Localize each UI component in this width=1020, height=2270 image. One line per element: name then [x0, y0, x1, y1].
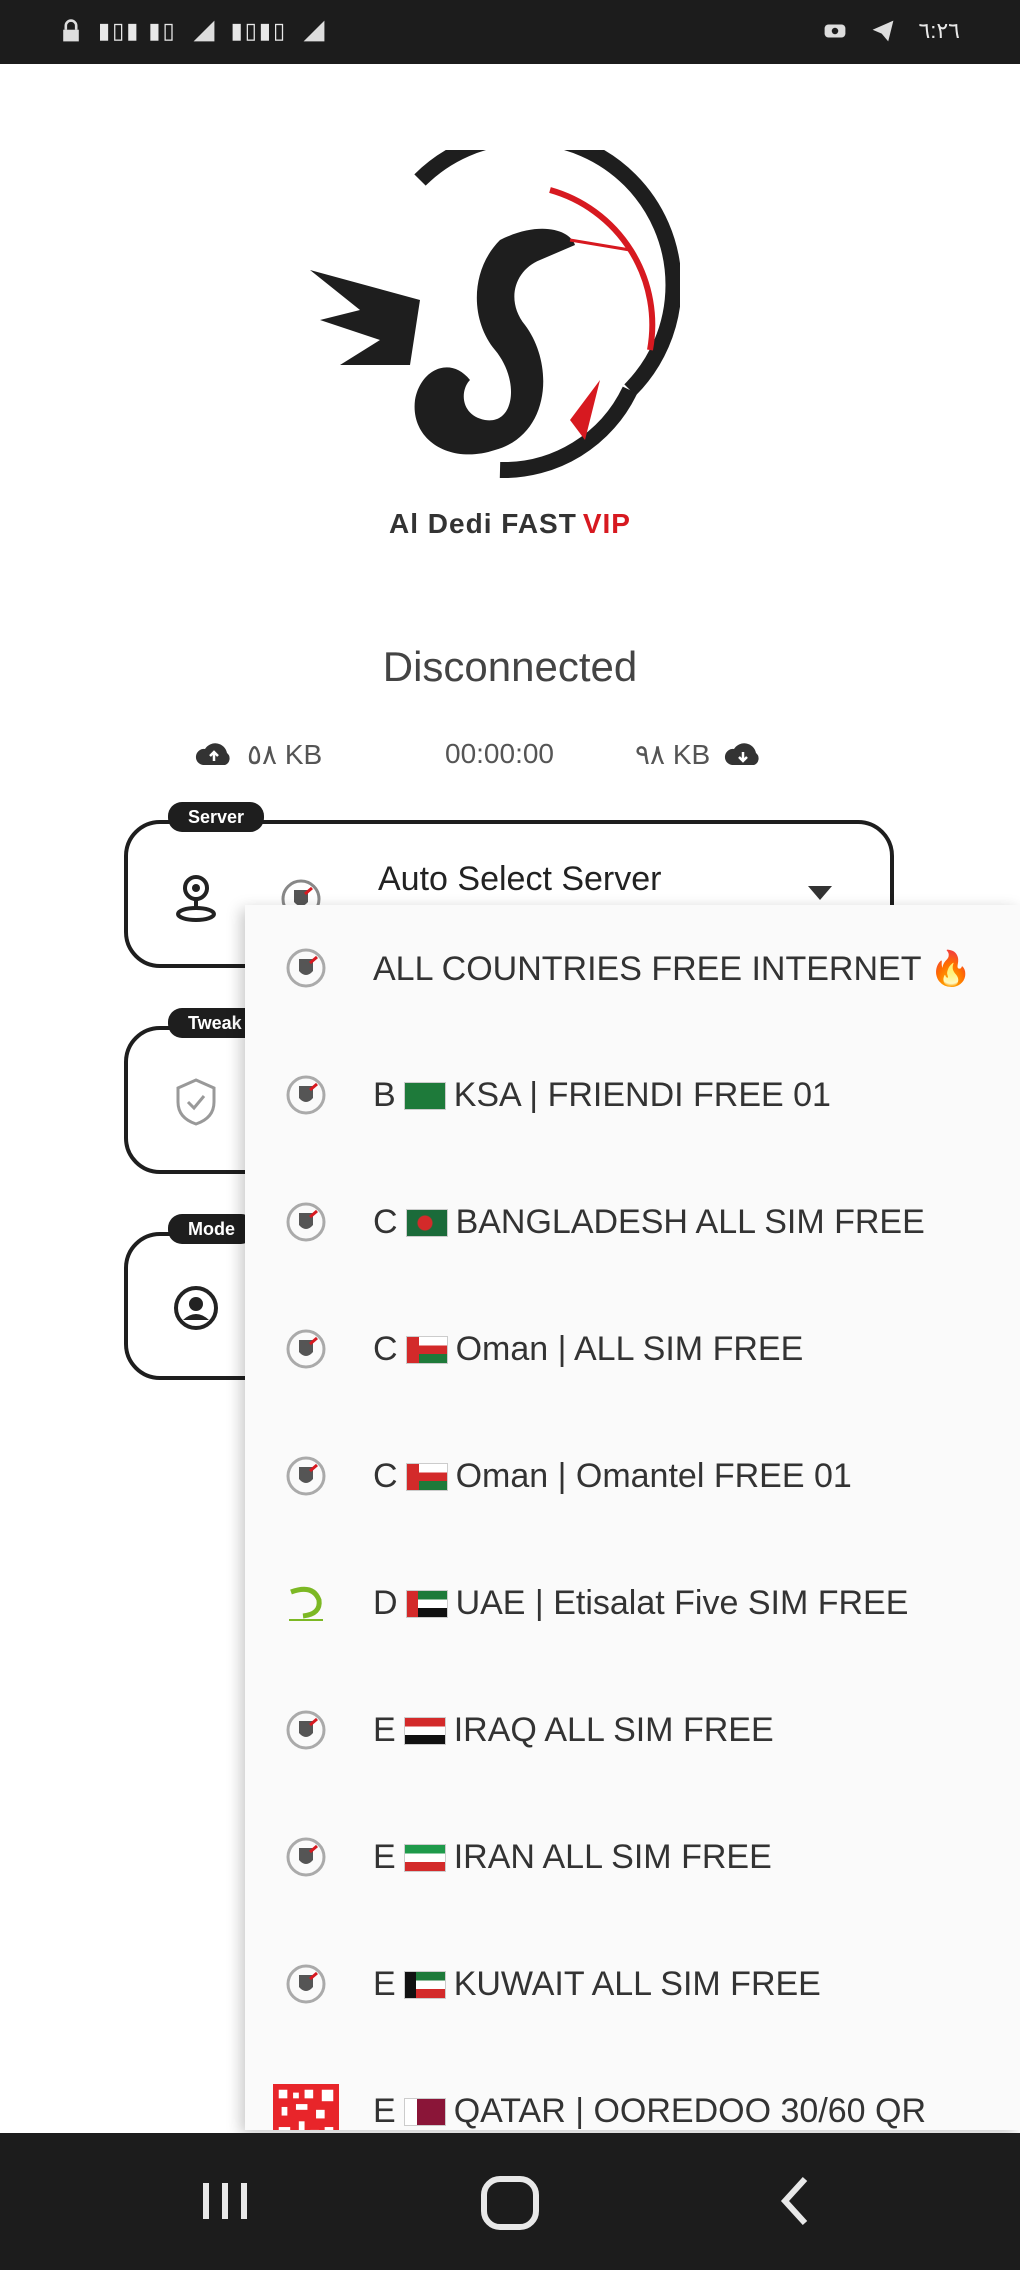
- app-name-vip: VIP: [582, 508, 631, 539]
- server-option-oman-all-sim[interactable]: C Oman | ALL SIM FREE: [245, 1286, 1020, 1413]
- shield-icon: [286, 1837, 326, 1877]
- server-dropdown-menu: ALL COUNTRIES FREE INTERNET 🔥 B KSA | FRI…: [245, 905, 1020, 2130]
- server-option-iraq[interactable]: E IRAQ ALL SIM FREE: [245, 1667, 1020, 1794]
- flag-qatar-icon: [403, 2097, 446, 2126]
- option-prefix: C: [373, 1330, 398, 1368]
- flag-bangladesh-icon: [405, 1208, 448, 1237]
- flag-uae-icon: [405, 1589, 448, 1618]
- app-name-text: Al Dedi FAST: [389, 508, 577, 539]
- cloud-upload-icon: [195, 742, 230, 765]
- flag-iran-icon: [403, 1843, 446, 1872]
- dragon-logo-icon: [310, 150, 680, 479]
- option-label: UAE | Etisalat Five SIM FREE: [455, 1584, 909, 1622]
- status-network-text: ▮▯▮▯: [230, 18, 288, 43]
- shield-icon: [286, 1964, 326, 2004]
- option-label: QATAR | OOREDOO 30/60 QR: [453, 2092, 927, 2130]
- option-label: KSA | FRIENDI FREE 01: [453, 1076, 831, 1114]
- server-option-all-countries[interactable]: ALL COUNTRIES FREE INTERNET 🔥: [245, 905, 1020, 1032]
- option-prefix: C: [373, 1203, 398, 1241]
- download-value: ٩٨ KB: [635, 739, 711, 770]
- status-bar: ▮▯▮ ▮▯ ▮▯▮▯ ٦:٢٦: [0, 0, 1020, 64]
- option-label: ALL COUNTRIES FREE INTERNET: [373, 949, 922, 988]
- flag-iraq-icon: [403, 1716, 446, 1745]
- shield-icon: [286, 1456, 326, 1496]
- option-label: IRAN ALL SIM FREE: [453, 1838, 772, 1876]
- user-circle-icon: [174, 1286, 218, 1330]
- option-prefix: E: [373, 1711, 396, 1749]
- app-name: Al Dedi FAST VIP: [0, 508, 1020, 540]
- option-label: Oman | Omantel FREE 01: [455, 1457, 852, 1495]
- status-notification-text: ▮▯▮ ▮▯: [98, 18, 177, 43]
- home-icon[interactable]: [478, 2173, 542, 2233]
- option-prefix: E: [373, 2092, 396, 2130]
- server-option-ksa[interactable]: B KSA | FRIENDI FREE 01: [245, 1032, 1020, 1159]
- option-label: KUWAIT ALL SIM FREE: [453, 1965, 821, 2003]
- server-option-uae-etisalat[interactable]: D UAE | Etisalat Five SIM FREE: [245, 1540, 1020, 1667]
- flag-ksa-icon: [403, 1081, 446, 1110]
- download-stat: ٩٨ KB: [635, 738, 762, 771]
- lock-icon: [63, 19, 79, 42]
- shield-icon: [286, 1710, 326, 1750]
- option-prefix: E: [373, 1838, 396, 1876]
- vpn-key-icon: [825, 24, 846, 38]
- selected-server-label: Auto Select Server: [378, 860, 662, 898]
- option-prefix: E: [373, 1965, 396, 2003]
- connection-status: Disconnected: [382, 643, 638, 690]
- option-label: Oman | ALL SIM FREE: [455, 1330, 804, 1368]
- status-bar-notifications: ▮▯▮ ▮▯ ▮▯▮▯: [58, 18, 327, 44]
- option-prefix: D: [373, 1584, 398, 1622]
- flag-oman-icon: [405, 1462, 448, 1491]
- server-option-oman-omantel[interactable]: C Oman | Omantel FREE 01: [245, 1413, 1020, 1540]
- signal-2-icon: [303, 20, 325, 42]
- timer-value: 00:00:00: [445, 738, 554, 769]
- traffic-stats: ٥٨ KB 00:00:00 ٩٨ KB: [195, 738, 825, 782]
- recent-apps-icon[interactable]: [195, 2173, 255, 2229]
- status-time: ٦:٢٦: [918, 18, 960, 43]
- telegram-icon: [873, 20, 894, 42]
- option-label: IRAQ ALL SIM FREE: [453, 1711, 774, 1749]
- dropdown-caret-icon[interactable]: [808, 886, 832, 900]
- ooredoo-qr-icon: [273, 2084, 339, 2130]
- flag-oman-icon: [405, 1335, 448, 1364]
- flag-kuwait-icon: [403, 1970, 446, 1999]
- option-label: BANGLADESH ALL SIM FREE: [455, 1203, 925, 1241]
- cloud-download-icon: [725, 742, 759, 765]
- server-card-tag: Server: [168, 802, 265, 832]
- server-option-kuwait[interactable]: E KUWAIT ALL SIM FREE: [245, 1921, 1020, 2048]
- shield-icon: [286, 948, 326, 988]
- upload-value: ٥٨ KB: [247, 739, 323, 770]
- etisalat-icon: [289, 1586, 323, 1621]
- upload-stat: ٥٨ KB: [195, 738, 322, 771]
- connection-timer: 00:00:00: [445, 738, 554, 770]
- fire-icon: 🔥: [929, 950, 972, 988]
- status-bar-system: ٦:٢٦: [822, 18, 960, 44]
- shield-icon: [286, 1329, 326, 1369]
- option-prefix: C: [373, 1457, 398, 1495]
- shield-icon: [286, 1075, 326, 1115]
- location-pin-icon: [176, 875, 216, 922]
- server-option-iran[interactable]: E IRAN ALL SIM FREE: [245, 1794, 1020, 1921]
- back-icon[interactable]: [775, 2173, 815, 2229]
- tweak-shield-icon: [176, 1078, 216, 1126]
- server-option-qatar[interactable]: E QATAR | OOREDOO 30/60 QR: [245, 2048, 1020, 2130]
- option-prefix: B: [373, 1076, 396, 1114]
- mode-card-tag: Mode: [168, 1214, 255, 1244]
- server-option-bangladesh[interactable]: C BANGLADESH ALL SIM FREE: [245, 1159, 1020, 1286]
- shield-icon: [286, 1202, 326, 1242]
- signal-icon: [193, 20, 215, 42]
- system-nav-bar: [0, 2133, 1020, 2270]
